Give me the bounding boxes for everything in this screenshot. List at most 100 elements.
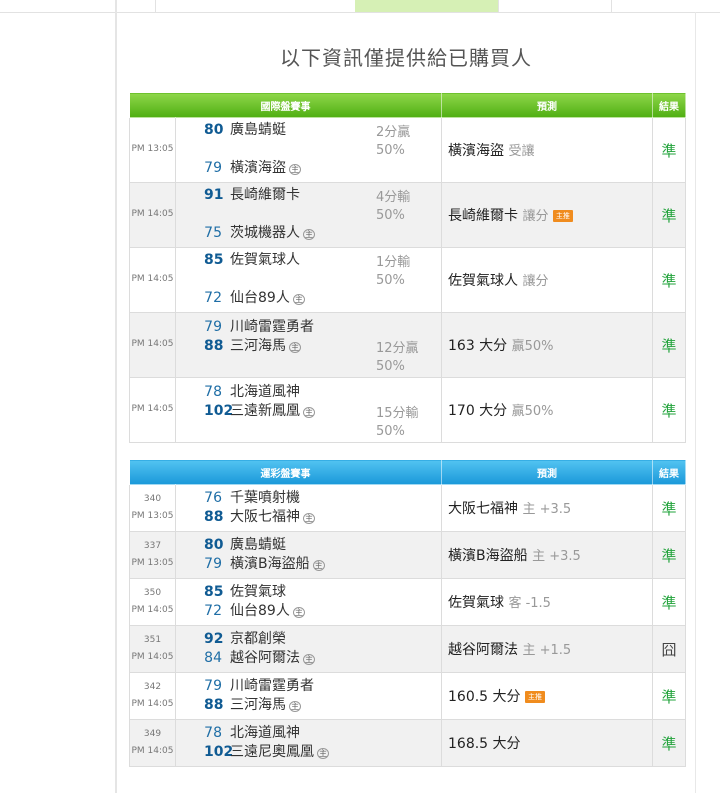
table-header: 國際盤賽事 預測 結果 (129, 92, 686, 118)
time-cell: 337 PM 13:05 (129, 531, 176, 579)
home-score: 72 (204, 290, 222, 306)
game-time: PM 14:05 (131, 404, 174, 415)
away-team: 京都創榮 (230, 631, 286, 647)
handicap-line2: 50% (376, 424, 405, 439)
away-score: 80 (204, 122, 224, 138)
game-time: PM 14:05 (131, 699, 174, 709)
prediction-note: 讓分 (522, 274, 549, 289)
intl-games-table: 國際盤賽事 預測 結果 PM 13:05 80 廣島蜻蜓 79 橫濱海盜主 2分贏 50% 橫… (129, 92, 686, 443)
away-score: 78 (204, 725, 222, 741)
prediction-cell: 163 大分 贏50% (441, 312, 653, 378)
time-cell: 340 PM 13:05 (129, 484, 176, 532)
header-pred: 預測 (441, 459, 653, 485)
away-team: 廣島蜻蜓 (230, 537, 286, 553)
handicap-result: 15分輸 50% (376, 405, 419, 441)
prediction-pick: 橫濱B海盜船 (448, 548, 528, 564)
table-row: PM 14:05 78 北海道風神 102三遠新鳳凰主 15分輸 50% 170 大分 贏5… (129, 377, 686, 443)
prediction-cell: 大阪七福神 主 +3.5 (441, 484, 653, 532)
table-row: PM 14:05 91 長崎維爾卡 75 茨城機器人主 4分輸 50% 長崎維爾卡 讓分 主推… (129, 182, 686, 248)
away-line: 79 川崎雷霆勇者 (204, 677, 314, 696)
prediction-note: 主 +3.5 (532, 549, 581, 564)
prediction-cell: 170 大分 贏50% (441, 377, 653, 443)
time-cell: 351 PM 14:05 (129, 625, 176, 673)
away-line: 85 佐賀氣球人 (204, 251, 300, 270)
prediction-cell: 長崎維爾卡 讓分 主推 (441, 182, 653, 248)
home-marker: 主 (289, 701, 301, 712)
game-time: PM 13:05 (131, 558, 174, 568)
table-row: 337 PM 13:05 80 廣島蜻蜓 79 橫濱B海盜船主橫濱B海盜船 主 +3.5 準 (129, 531, 686, 579)
time-cell: PM 14:05 (129, 312, 176, 378)
header-event: 國際盤賽事 (129, 92, 442, 118)
prediction-pick: 橫濱海盜 (448, 143, 504, 159)
prediction-cell: 佐賀氣球 客 -1.5 (441, 578, 653, 626)
content-panel: 以下資訊僅提供給已購買人 國際盤賽事 預測 結果 PM 13:05 80 廣島蜻蜓 7… (117, 12, 696, 793)
game-time: PM 14:05 (131, 209, 174, 220)
tab-2[interactable] (155, 0, 356, 12)
game-number: 337 (143, 540, 162, 551)
home-team: 大阪七福神 (230, 509, 300, 525)
tab-1[interactable] (0, 0, 156, 12)
result-cell: 準 (652, 312, 686, 378)
time-cell: 350 PM 14:05 (129, 578, 176, 626)
away-team: 佐賀氣球 (230, 584, 286, 600)
handicap-result: 4分輸 50% (376, 189, 410, 225)
handicap-line1: 4分輸 (376, 190, 411, 205)
handicap-line1: 15分輸 (376, 406, 419, 421)
away-line: 92 京都創榮 (204, 630, 286, 649)
away-line: 80 廣島蜻蜓 (204, 536, 286, 555)
table-row: PM 13:05 80 廣島蜻蜓 79 橫濱海盜主 2分贏 50% 橫濱海盜 受讓準 (129, 117, 686, 183)
home-marker: 主 (292, 607, 305, 618)
table-row: 340 PM 13:05 76 千葉噴射機 88 大阪七福神主大阪七福神 主 +3.5 準 (129, 484, 686, 532)
game-time: PM 14:05 (131, 652, 174, 662)
home-line: 84 越谷阿爾法主 (204, 649, 315, 668)
header-result: 結果 (652, 459, 686, 485)
handicap-line2: 50% (376, 359, 405, 374)
handicap-line2: 50% (376, 273, 405, 288)
time-cell: PM 14:05 (129, 247, 176, 313)
game-number: 342 (143, 681, 162, 692)
prediction-pick: 168.5 大分 (448, 736, 521, 752)
home-score: 88 (204, 697, 224, 713)
prediction-note: 贏50% (511, 404, 554, 419)
matchup-cell: 79 川崎雷霆勇者 88 三河海馬主 12分贏 50% (175, 312, 442, 378)
time-cell: 349 PM 14:05 (129, 719, 176, 767)
prediction-pick: 越谷阿爾法 (448, 642, 518, 658)
away-score: 91 (204, 187, 224, 203)
prediction-pick: 佐賀氣球人 (448, 273, 518, 289)
home-line: 72 仙台89人主 (204, 289, 305, 308)
matchup-cell: 78 北海道風神 102三遠尼奧鳳凰主 (175, 719, 442, 767)
main-pick-badge: 主推 (552, 210, 573, 222)
table-row: 342 PM 14:05 79 川崎雷霆勇者 88 三河海馬主 160.5 大分 主推準 (129, 672, 686, 720)
header-event: 運彩盤賽事 (129, 459, 442, 485)
table-row: 350 PM 14:05 85 佐賀氣球 72 仙台89人主佐賀氣球 客 -1.5 準 (129, 578, 686, 626)
home-team: 茨城機器人 (230, 225, 300, 241)
home-marker: 主 (303, 654, 315, 665)
home-marker: 主 (317, 748, 329, 759)
matchup-cell: 79 川崎雷霆勇者 88 三河海馬主 (175, 672, 442, 720)
handicap-result: 2分贏 50% (376, 124, 410, 160)
away-team: 長崎維爾卡 (230, 187, 300, 203)
away-team: 川崎雷霆勇者 (230, 678, 314, 694)
home-score: 72 (204, 603, 222, 619)
matchup-cell: 80 廣島蜻蜓 79 橫濱海盜主 2分贏 50% (175, 117, 442, 183)
lottery-games-table: 運彩盤賽事 預測 結果 340 PM 13:05 76 千葉噴射機 88 大阪七福神主大阪… (129, 459, 686, 767)
tab-4[interactable] (498, 0, 612, 12)
table-header: 運彩盤賽事 預測 結果 (129, 459, 686, 485)
matchup-cell: 78 北海道風神 102三遠新鳳凰主 15分輸 50% (175, 377, 442, 443)
game-time: PM 13:05 (131, 511, 174, 521)
tab-3-active[interactable] (355, 0, 499, 12)
game-number: 349 (143, 728, 162, 739)
home-team: 越谷阿爾法 (230, 650, 300, 666)
prediction-cell: 橫濱B海盜船 主 +3.5 (441, 531, 653, 579)
away-team: 川崎雷霆勇者 (230, 319, 314, 335)
home-line: 88 三河海馬主 (204, 337, 301, 356)
table-row: PM 14:05 85 佐賀氣球人 72 仙台89人主 1分輸 50% 佐賀氣球人 讓分準 (129, 247, 686, 313)
away-team: 北海道風神 (230, 384, 300, 400)
matchup-cell: 91 長崎維爾卡 75 茨城機器人主 4分輸 50% (175, 182, 442, 248)
result-cell: 準 (652, 182, 686, 248)
time-cell: PM 14:05 (129, 182, 176, 248)
home-line: 79 橫濱海盜主 (204, 159, 301, 178)
away-line: 78 北海道風神 (204, 383, 300, 402)
time-cell: PM 14:05 (129, 377, 176, 443)
home-line: 88 大阪七福神主 (204, 508, 315, 527)
